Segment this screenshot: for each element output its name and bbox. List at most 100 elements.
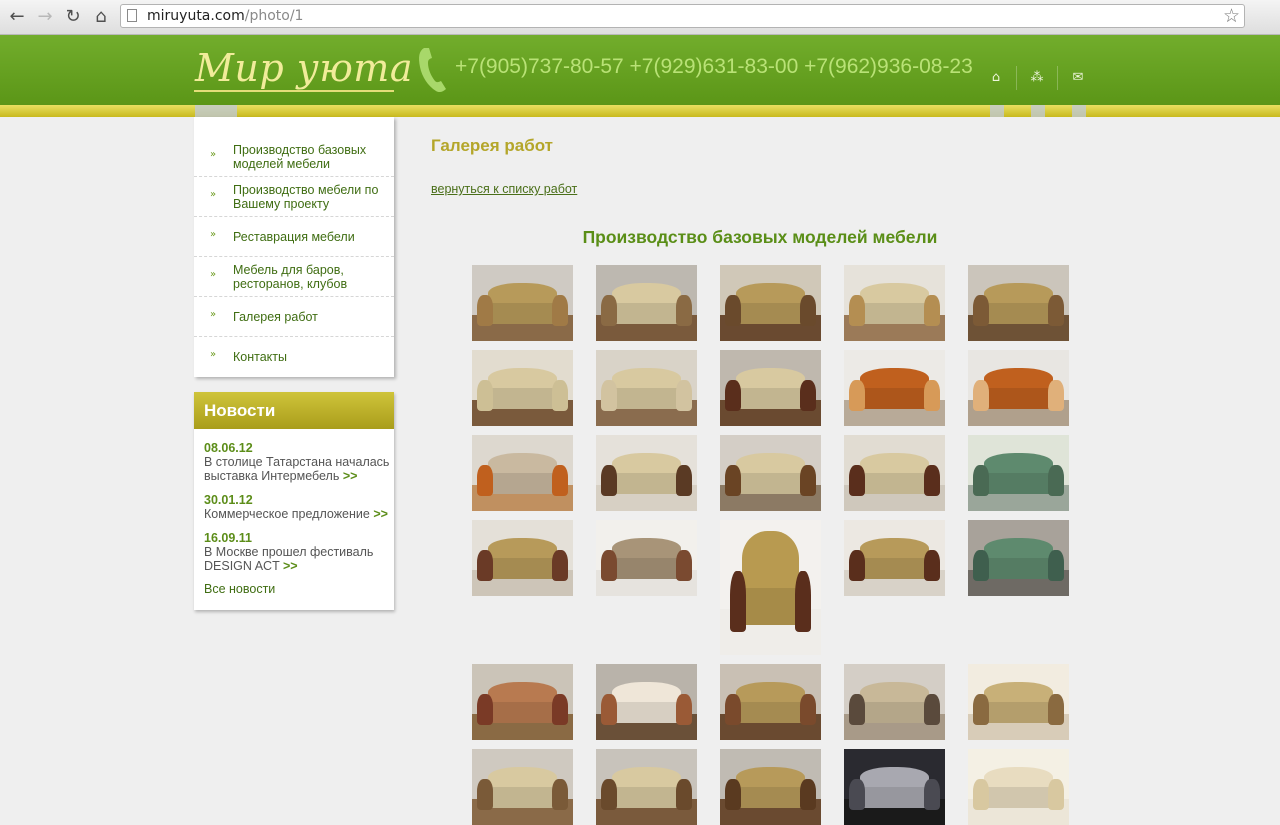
- home-icon[interactable]: ⌂: [90, 6, 112, 28]
- gallery-thumbnail[interactable]: [968, 664, 1069, 740]
- gallery-thumbnail[interactable]: [596, 664, 697, 740]
- sofa-arm: [923, 295, 940, 326]
- url-text[interactable]: miruyuta.com/photo/1: [147, 8, 303, 24]
- sofa-arm: [973, 380, 990, 411]
- mail-icon[interactable]: ✉: [1068, 68, 1088, 88]
- sidebar-item-bars[interactable]: » Мебель для баров, ресторанов, клубов: [194, 257, 394, 297]
- sofa-seat: [606, 303, 687, 325]
- sofa-arm: [477, 694, 494, 725]
- gallery-thumbnail[interactable]: [720, 435, 821, 511]
- gallery-thumbnail[interactable]: [844, 350, 945, 426]
- news-text: В столице Татарстана началась выставка И…: [204, 455, 390, 483]
- sofa-arm: [923, 694, 940, 725]
- sofa-back: [742, 530, 799, 592]
- gallery-thumbnail[interactable]: [596, 350, 697, 426]
- gallery-thumbnail[interactable]: [720, 749, 821, 825]
- sofa-seat: [606, 558, 687, 580]
- gallery-thumbnail[interactable]: [596, 749, 697, 825]
- sofa-arm: [551, 779, 568, 810]
- gallery-thumbnail[interactable]: [968, 435, 1069, 511]
- sofa-arm: [849, 295, 866, 326]
- gallery-thumbnail[interactable]: [720, 520, 821, 655]
- bullet-icon: »: [210, 149, 217, 160]
- sofa-arm: [675, 779, 692, 810]
- sofa-arm: [551, 295, 568, 326]
- gallery-thumbnail[interactable]: [596, 265, 697, 341]
- gallery-thumbnail[interactable]: [596, 520, 697, 596]
- sofa-arm: [973, 694, 990, 725]
- sofa-arm: [725, 380, 742, 411]
- gallery-thumbnail[interactable]: [968, 749, 1069, 825]
- back-to-list-link[interactable]: вернуться к списку работ: [431, 182, 577, 196]
- gallery-thumbnail[interactable]: [844, 749, 945, 825]
- gallery-thumbnail[interactable]: [472, 265, 573, 341]
- sofa-arm: [601, 779, 618, 810]
- gallery-thumbnail[interactable]: [472, 435, 573, 511]
- news-item[interactable]: В Москве прошел фестиваль DESIGN ACT >>: [204, 545, 392, 573]
- news-more-link[interactable]: >>: [373, 507, 388, 521]
- forward-arrow-icon[interactable]: →: [34, 6, 56, 28]
- gallery-thumbnail[interactable]: [596, 435, 697, 511]
- gallery-thumbnail[interactable]: [472, 350, 573, 426]
- sofa-arm: [1047, 380, 1064, 411]
- gallery-thumbnail[interactable]: [720, 350, 821, 426]
- gallery-thumbnail[interactable]: [844, 435, 945, 511]
- sofa-arm: [477, 465, 494, 496]
- gallery-thumbnail[interactable]: [844, 520, 945, 596]
- stripe-shade: [195, 105, 237, 117]
- news-more-link[interactable]: >>: [283, 559, 298, 573]
- sidebar-menu: » Производство базовых моделей мебели » …: [194, 117, 394, 377]
- sidebar-item-label: Контакты: [233, 350, 287, 364]
- address-bar[interactable]: miruyuta.com/photo/1 ☆: [120, 4, 1245, 28]
- sofa-arm: [794, 571, 811, 633]
- sofa-arm: [601, 380, 618, 411]
- site-logo[interactable]: Мир уюта: [195, 46, 413, 90]
- sofa-arm: [799, 694, 816, 725]
- sofa-arm: [477, 295, 494, 326]
- back-arrow-icon[interactable]: ←: [6, 6, 28, 28]
- sofa-arm: [551, 380, 568, 411]
- sofa-arm: [973, 550, 990, 581]
- sidebar-item-base-models[interactable]: » Производство базовых моделей мебели: [194, 137, 394, 177]
- phone-numbers: +7(905)737-80-57 +7(929)631-83-00 +7(962…: [455, 55, 973, 78]
- sidebar-item-gallery[interactable]: » Галерея работ: [194, 297, 394, 337]
- gallery-thumbnail[interactable]: [844, 265, 945, 341]
- sofa-seat: [854, 303, 935, 325]
- gallery-thumbnail[interactable]: [844, 664, 945, 740]
- gallery-thumbnail[interactable]: [720, 664, 821, 740]
- sofa-seat: [606, 388, 687, 410]
- gallery-thumbnail[interactable]: [968, 265, 1069, 341]
- sidebar-item-restoration[interactable]: » Реставрация мебели: [194, 217, 394, 257]
- sofa-arm: [675, 380, 692, 411]
- all-news-link[interactable]: Все новости: [204, 582, 275, 596]
- bookmark-star-icon[interactable]: ☆: [1223, 5, 1240, 27]
- page-title: Галерея работ: [431, 136, 554, 155]
- gallery-thumbnail[interactable]: [472, 749, 573, 825]
- sofa-arm: [675, 465, 692, 496]
- sofa-seat: [730, 303, 811, 325]
- sofa-arm: [1047, 465, 1064, 496]
- sidebar-item-contacts[interactable]: » Контакты: [194, 337, 394, 377]
- gallery-thumbnail[interactable]: [472, 520, 573, 596]
- gallery-thumbnail[interactable]: [720, 265, 821, 341]
- sofa-seat: [854, 787, 935, 809]
- sitemap-icon[interactable]: ⁂: [1027, 68, 1047, 88]
- news-item[interactable]: В столице Татарстана началась выставка И…: [204, 455, 392, 483]
- sofa-arm: [551, 550, 568, 581]
- sofa-seat: [482, 558, 563, 580]
- news-more-link[interactable]: >>: [343, 469, 358, 483]
- sofa-arm: [923, 779, 940, 810]
- news-panel: Новости 08.06.12 В столице Татарстана на…: [194, 392, 394, 610]
- news-item[interactable]: Коммерческое предложение >>: [204, 507, 392, 521]
- sofa-seat: [978, 558, 1059, 580]
- gallery-thumbnail[interactable]: [472, 664, 573, 740]
- sofa-arm: [601, 465, 618, 496]
- sofa-seat: [978, 702, 1059, 724]
- sofa-seat: [730, 473, 811, 495]
- gallery-thumbnail[interactable]: [968, 520, 1069, 596]
- reload-icon[interactable]: ↻: [62, 6, 84, 28]
- sofa-seat: [854, 558, 935, 580]
- gallery-thumbnail[interactable]: [968, 350, 1069, 426]
- sidebar-item-custom-project[interactable]: » Производство мебели по Вашему проекту: [194, 177, 394, 217]
- home-icon[interactable]: ⌂: [986, 68, 1006, 88]
